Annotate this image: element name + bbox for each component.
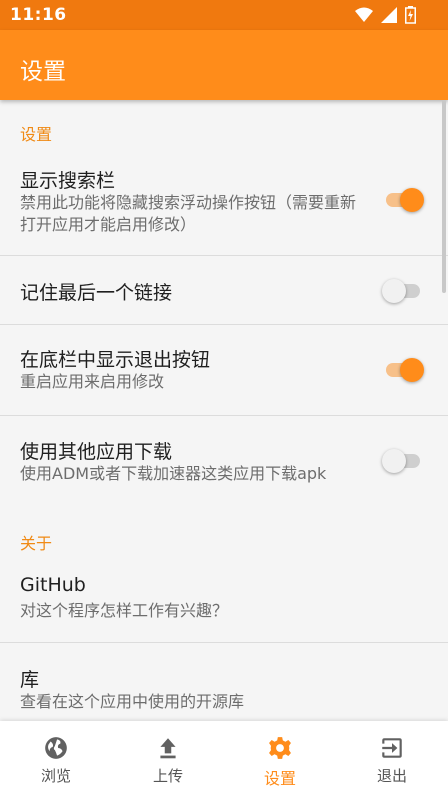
- upload-icon: [160, 738, 176, 759]
- setting-summary: 重启应用来启用修改: [20, 372, 165, 391]
- signal-icon: [381, 7, 397, 23]
- setting-title: 在底栏中显示退出按钮: [20, 349, 211, 371]
- setting-remember-last-link[interactable]: 记住最后一个链接: [0, 256, 448, 324]
- gear-icon: [269, 737, 291, 759]
- setting-summary: 使用ADM或者下载加速器这类应用下载apk: [20, 464, 327, 483]
- setting-title: 记住最后一个链接: [20, 282, 173, 304]
- nav-label: 上传: [152, 767, 183, 785]
- setting-summary: 禁用此功能将隐藏搜索浮动操作按钮（需要重新打开应用才能启用修改）: [20, 193, 357, 234]
- nav-exit[interactable]: 退出: [336, 721, 448, 796]
- wifi-icon: [355, 7, 373, 22]
- nav-upload[interactable]: 上传: [112, 721, 224, 796]
- about-libraries[interactable]: 库 查看在这个应用中使用的开源库: [0, 643, 448, 721]
- setting-show-search-bar[interactable]: 显示搜索栏 禁用此功能将隐藏搜索浮动操作按钮（需要重新打开应用才能启用修改）: [0, 156, 448, 254]
- battery-charging-icon: [405, 6, 416, 24]
- nav-label: 浏览: [40, 767, 71, 785]
- section-header-about: 关于: [20, 534, 53, 553]
- settings-list: 设置 显示搜索栏 禁用此功能将隐藏搜索浮动操作按钮（需要重新打开应用才能启用修改…: [0, 100, 448, 721]
- exit-button-toggle[interactable]: [382, 355, 424, 383]
- app-bar: 设置: [0, 30, 448, 100]
- scrollbar[interactable]: [442, 100, 446, 293]
- remember-link-toggle[interactable]: [382, 276, 424, 304]
- github-summary: 对这个程序怎样工作有兴趣？: [20, 601, 229, 620]
- setting-title: 使用其他应用下载: [20, 441, 173, 463]
- nav-browse[interactable]: 浏览: [0, 721, 112, 796]
- about-github[interactable]: GitHub 对这个程序怎样工作有兴趣？: [0, 562, 448, 642]
- page-title: 设置: [20, 59, 66, 85]
- libraries-title: 库: [20, 669, 40, 691]
- setting-show-exit-button[interactable]: 在底栏中显示退出按钮 重启应用来启用修改: [0, 325, 448, 415]
- nav-label: 退出: [376, 767, 407, 785]
- globe-icon: [45, 737, 67, 759]
- section-header-settings: 设置: [20, 125, 53, 144]
- status-bar: 11:16: [0, 0, 448, 30]
- nav-label: 设置: [263, 769, 296, 788]
- bottom-navigation: 浏览 上传 设置 退出: [0, 721, 448, 796]
- exit-icon: [382, 738, 402, 758]
- setting-use-other-app[interactable]: 使用其他应用下载 使用ADM或者下载加速器这类应用下载apk: [0, 416, 448, 506]
- status-time: 11:16: [10, 5, 67, 25]
- setting-title: 显示搜索栏: [20, 170, 116, 192]
- other-app-toggle[interactable]: [382, 446, 424, 474]
- libraries-summary: 查看在这个应用中使用的开源库: [20, 692, 245, 711]
- status-icons: [355, 6, 416, 24]
- search-bar-toggle[interactable]: [382, 185, 424, 213]
- nav-settings[interactable]: 设置: [224, 721, 336, 796]
- github-title: GitHub: [20, 574, 86, 596]
